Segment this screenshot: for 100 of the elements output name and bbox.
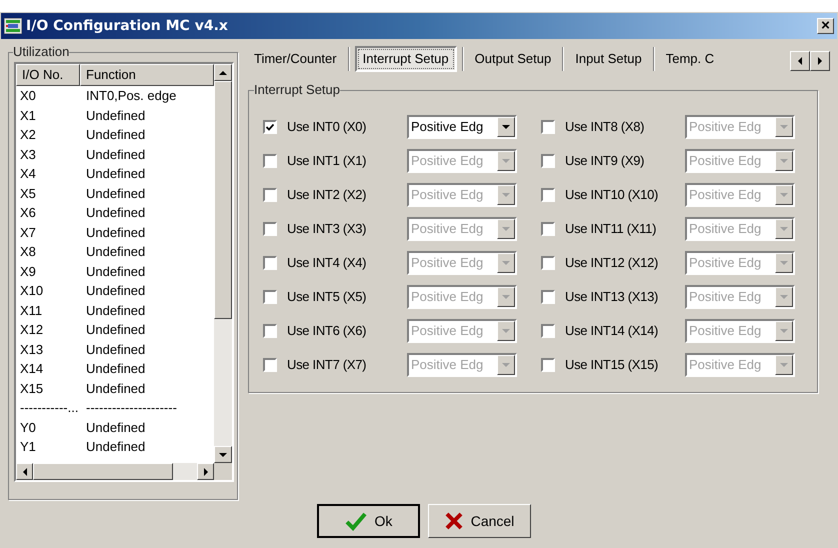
right-arrow-icon — [816, 56, 824, 66]
table-cell-text: Undefined — [85, 186, 146, 201]
caret-icon — [779, 225, 789, 233]
table-cell-text: --------------------- — [85, 400, 177, 416]
cancel-button[interactable]: Cancel — [428, 504, 531, 538]
column-header[interactable]: Function — [80, 64, 214, 86]
tab[interactable]: Timer/Counter — [248, 46, 343, 72]
table-cell-text: Undefined — [85, 108, 146, 123]
dropdown-value: Positive Edg — [688, 288, 762, 306]
table-cell-text: Undefined — [85, 361, 146, 376]
scroll-thumb[interactable] — [33, 463, 173, 480]
dropdown[interactable]: Positive Edg — [407, 115, 517, 139]
check-icon — [266, 124, 274, 130]
table-cell-text: Undefined — [85, 302, 146, 318]
table-cell-text: X6 — [19, 205, 37, 220]
scroll-right-button[interactable] — [810, 51, 830, 71]
caret-icon — [779, 157, 789, 165]
checkbox-label: Use INT5 (X5) — [287, 288, 368, 306]
dropdown-value: Positive Edg — [410, 186, 484, 204]
cross-icon — [444, 512, 463, 530]
window-title: I/O Configuration MC v4.x — [26, 16, 228, 36]
table-cell-text: X1 — [19, 108, 37, 123]
ok-button[interactable]: Ok — [317, 504, 420, 538]
app-icon — [4, 18, 22, 34]
table-cell-text: Undefined — [85, 342, 146, 357]
checkbox-label: Use INT1 (X1) — [287, 152, 368, 170]
caret-icon — [779, 361, 789, 369]
caret-icon — [501, 225, 511, 233]
scroll-thumb[interactable] — [214, 81, 232, 319]
close-button[interactable]: × — [817, 18, 834, 34]
checkbox-label: Use INT13 (X13) — [565, 288, 660, 306]
checkbox-label: Use INT10 (X10) — [565, 186, 660, 204]
table-cell-text: Undefined — [85, 420, 146, 435]
tab[interactable]: Temp. C — [660, 46, 720, 72]
caret-icon — [501, 259, 511, 267]
checkbox-label: Use INT7 (X7) — [287, 356, 368, 374]
left-arrow-icon — [20, 466, 28, 476]
table-cell-text: X10 — [19, 283, 44, 298]
table-cell-text: X11 — [19, 302, 44, 318]
table-cell-text: X8 — [19, 244, 37, 260]
table-cell-text: X0 — [19, 88, 37, 104]
column-header[interactable]: I/O No. — [16, 64, 80, 86]
right-arrow-icon — [202, 466, 210, 476]
dropdown-value: Positive Edg — [688, 356, 762, 374]
checkbox-label: Use INT4 (X4) — [287, 254, 368, 272]
tab[interactable]: Output Setup — [468, 46, 558, 72]
up-arrow-icon — [218, 68, 228, 76]
table-cell-text: X13 — [19, 342, 44, 357]
checkbox-label: Use INT11 (X11) — [565, 220, 658, 238]
dropdown-value: Positive Edg — [688, 254, 762, 272]
scrollbar-corner — [214, 463, 232, 480]
dropdown-value: Positive Edg — [410, 152, 484, 170]
table-cell-text: Y1 — [19, 439, 37, 454]
table-cell-text: Undefined — [85, 380, 146, 396]
caret-icon — [501, 361, 511, 369]
checkbox-label: Use INT12 (X12) — [565, 254, 660, 272]
dropdown-value: Positive Edg — [410, 220, 484, 238]
table-cell-text: X4 — [19, 166, 37, 182]
table-cell-text: X9 — [19, 264, 37, 279]
table-cell-text: Undefined — [85, 127, 146, 142]
dropdown-value: Positive Edg — [410, 356, 484, 374]
caret-icon — [501, 191, 511, 199]
dropdown-value: Positive Edg — [410, 288, 484, 306]
checkbox-label: Use INT9 (X9) — [565, 152, 646, 170]
checkbox-label: Use INT3 (X3) — [287, 220, 368, 238]
table-cell-text: X14 — [19, 361, 44, 376]
checkbox[interactable] — [263, 120, 277, 134]
caret-icon — [779, 191, 789, 199]
table-cell-text: Undefined — [85, 264, 146, 279]
table-cell-text: Undefined — [85, 439, 146, 454]
tab[interactable]: Input Setup — [569, 46, 648, 72]
caret-icon — [779, 327, 789, 335]
table-cell-text: X5 — [19, 186, 37, 201]
table-cell-text: Undefined — [85, 166, 146, 182]
checkbox-label: Use INT8 (X8) — [565, 118, 646, 136]
down-arrow-icon — [218, 450, 228, 458]
checkbox-label: Use INT6 (X6) — [287, 322, 368, 340]
table-cell-text: Undefined — [85, 146, 146, 162]
vertical-scrollbar[interactable] — [214, 64, 232, 463]
dropdown-value: Positive Edg — [410, 322, 484, 340]
scroll-left-button[interactable] — [790, 51, 810, 71]
tab[interactable]: Interrupt Setup — [354, 46, 457, 72]
table-cell-text: X3 — [19, 146, 37, 162]
horizontal-scrollbar[interactable] — [16, 463, 214, 480]
dropdown-value: Positive Edg — [410, 118, 484, 136]
table-cell-text: INT0,Pos. edge — [85, 88, 176, 104]
caret-icon — [501, 293, 511, 301]
table-cell-text: Undefined — [85, 244, 146, 260]
dropdown-value: Positive Edg — [688, 220, 762, 238]
caret-icon — [779, 259, 789, 267]
checkmark-icon — [344, 511, 367, 531]
dropdown-value: Positive Edg — [688, 186, 762, 204]
dropdown-value: Positive Edg — [688, 322, 762, 340]
table-cell-text: X2 — [19, 127, 37, 142]
caret-icon — [501, 123, 511, 131]
table-cell-text: Undefined — [85, 322, 146, 338]
table-cell-text: X7 — [19, 224, 37, 240]
dropdown-button[interactable] — [497, 117, 515, 137]
table-cell-text: X12 — [19, 322, 44, 338]
dropdown-value: Positive Edg — [688, 152, 762, 170]
